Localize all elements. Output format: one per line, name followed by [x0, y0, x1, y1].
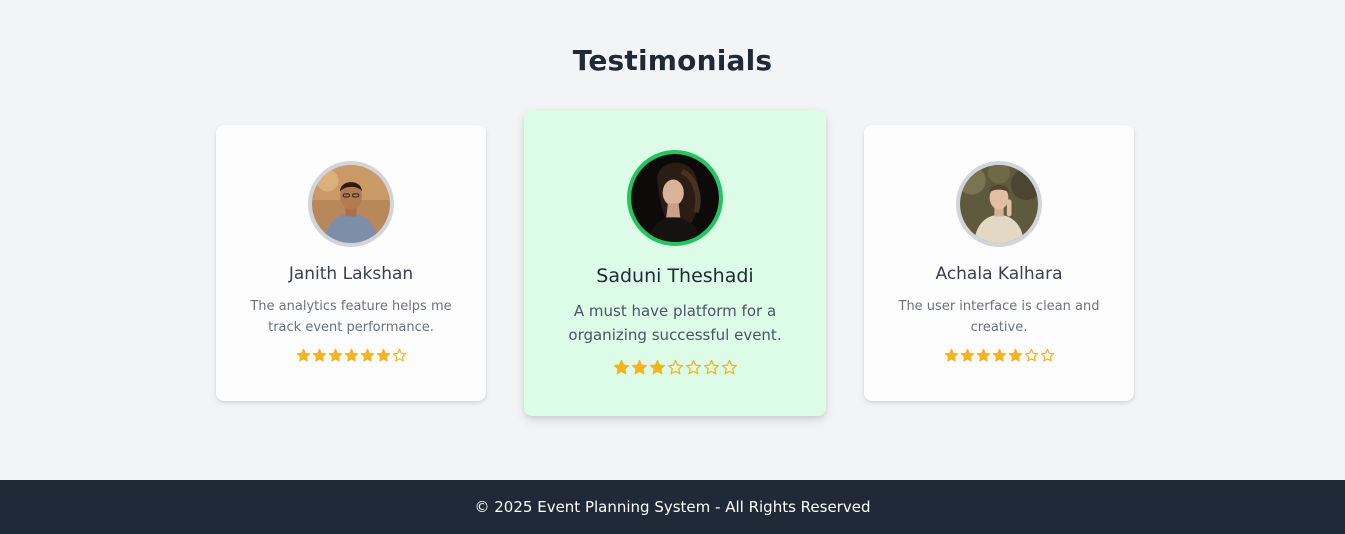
star-outline-icon [685, 359, 702, 376]
person-photo-icon [960, 165, 1038, 243]
testimonial-name: Saduni Theshadi [596, 265, 754, 287]
star-filled-icon [296, 348, 311, 363]
star-filled-icon [631, 359, 648, 376]
star-filled-icon [960, 348, 975, 363]
person-photo-icon [312, 165, 390, 243]
footer: © 2025 Event Planning System - All Right… [0, 480, 1345, 534]
star-filled-icon [944, 348, 959, 363]
star-outline-icon [667, 359, 684, 376]
person-photo-icon [631, 154, 719, 242]
star-rating [216, 348, 486, 363]
star-filled-icon [360, 348, 375, 363]
avatar [308, 161, 394, 247]
star-filled-icon [992, 348, 1007, 363]
star-filled-icon [376, 348, 391, 363]
star-outline-icon [1024, 348, 1039, 363]
footer-copyright: © 2025 Event Planning System - All Right… [474, 498, 871, 516]
star-filled-icon [976, 348, 991, 363]
testimonial-name: Janith Lakshan [288, 264, 414, 284]
star-rating [864, 348, 1134, 363]
testimonial-quote: The analytics feature helps me track eve… [250, 299, 452, 335]
testimonial-quote: The user interface is clean and creative… [898, 299, 1100, 335]
testimonial-quote: A must have platform for a organizing su… [568, 302, 782, 344]
star-filled-icon [613, 359, 630, 376]
avatar [627, 150, 723, 246]
star-filled-icon [344, 348, 359, 363]
testimonial-name: Achala Kalhara [935, 264, 1063, 284]
star-filled-icon [328, 348, 343, 363]
star-outline-icon [1040, 348, 1055, 363]
testimonial-card: Janith Lakshan The analytics feature hel… [216, 125, 486, 401]
star-filled-icon [1008, 348, 1023, 363]
star-outline-icon [703, 359, 720, 376]
star-outline-icon [392, 348, 407, 363]
star-filled-icon [649, 359, 666, 376]
star-outline-icon [721, 359, 738, 376]
star-filled-icon [312, 348, 327, 363]
section-title: Testimonials [572, 44, 773, 77]
star-rating [524, 359, 826, 376]
avatar [956, 161, 1042, 247]
testimonial-card: Achala Kalhara The user interface is cle… [864, 125, 1134, 401]
testimonial-card-featured: Saduni Theshadi A must have platform for… [524, 110, 826, 416]
